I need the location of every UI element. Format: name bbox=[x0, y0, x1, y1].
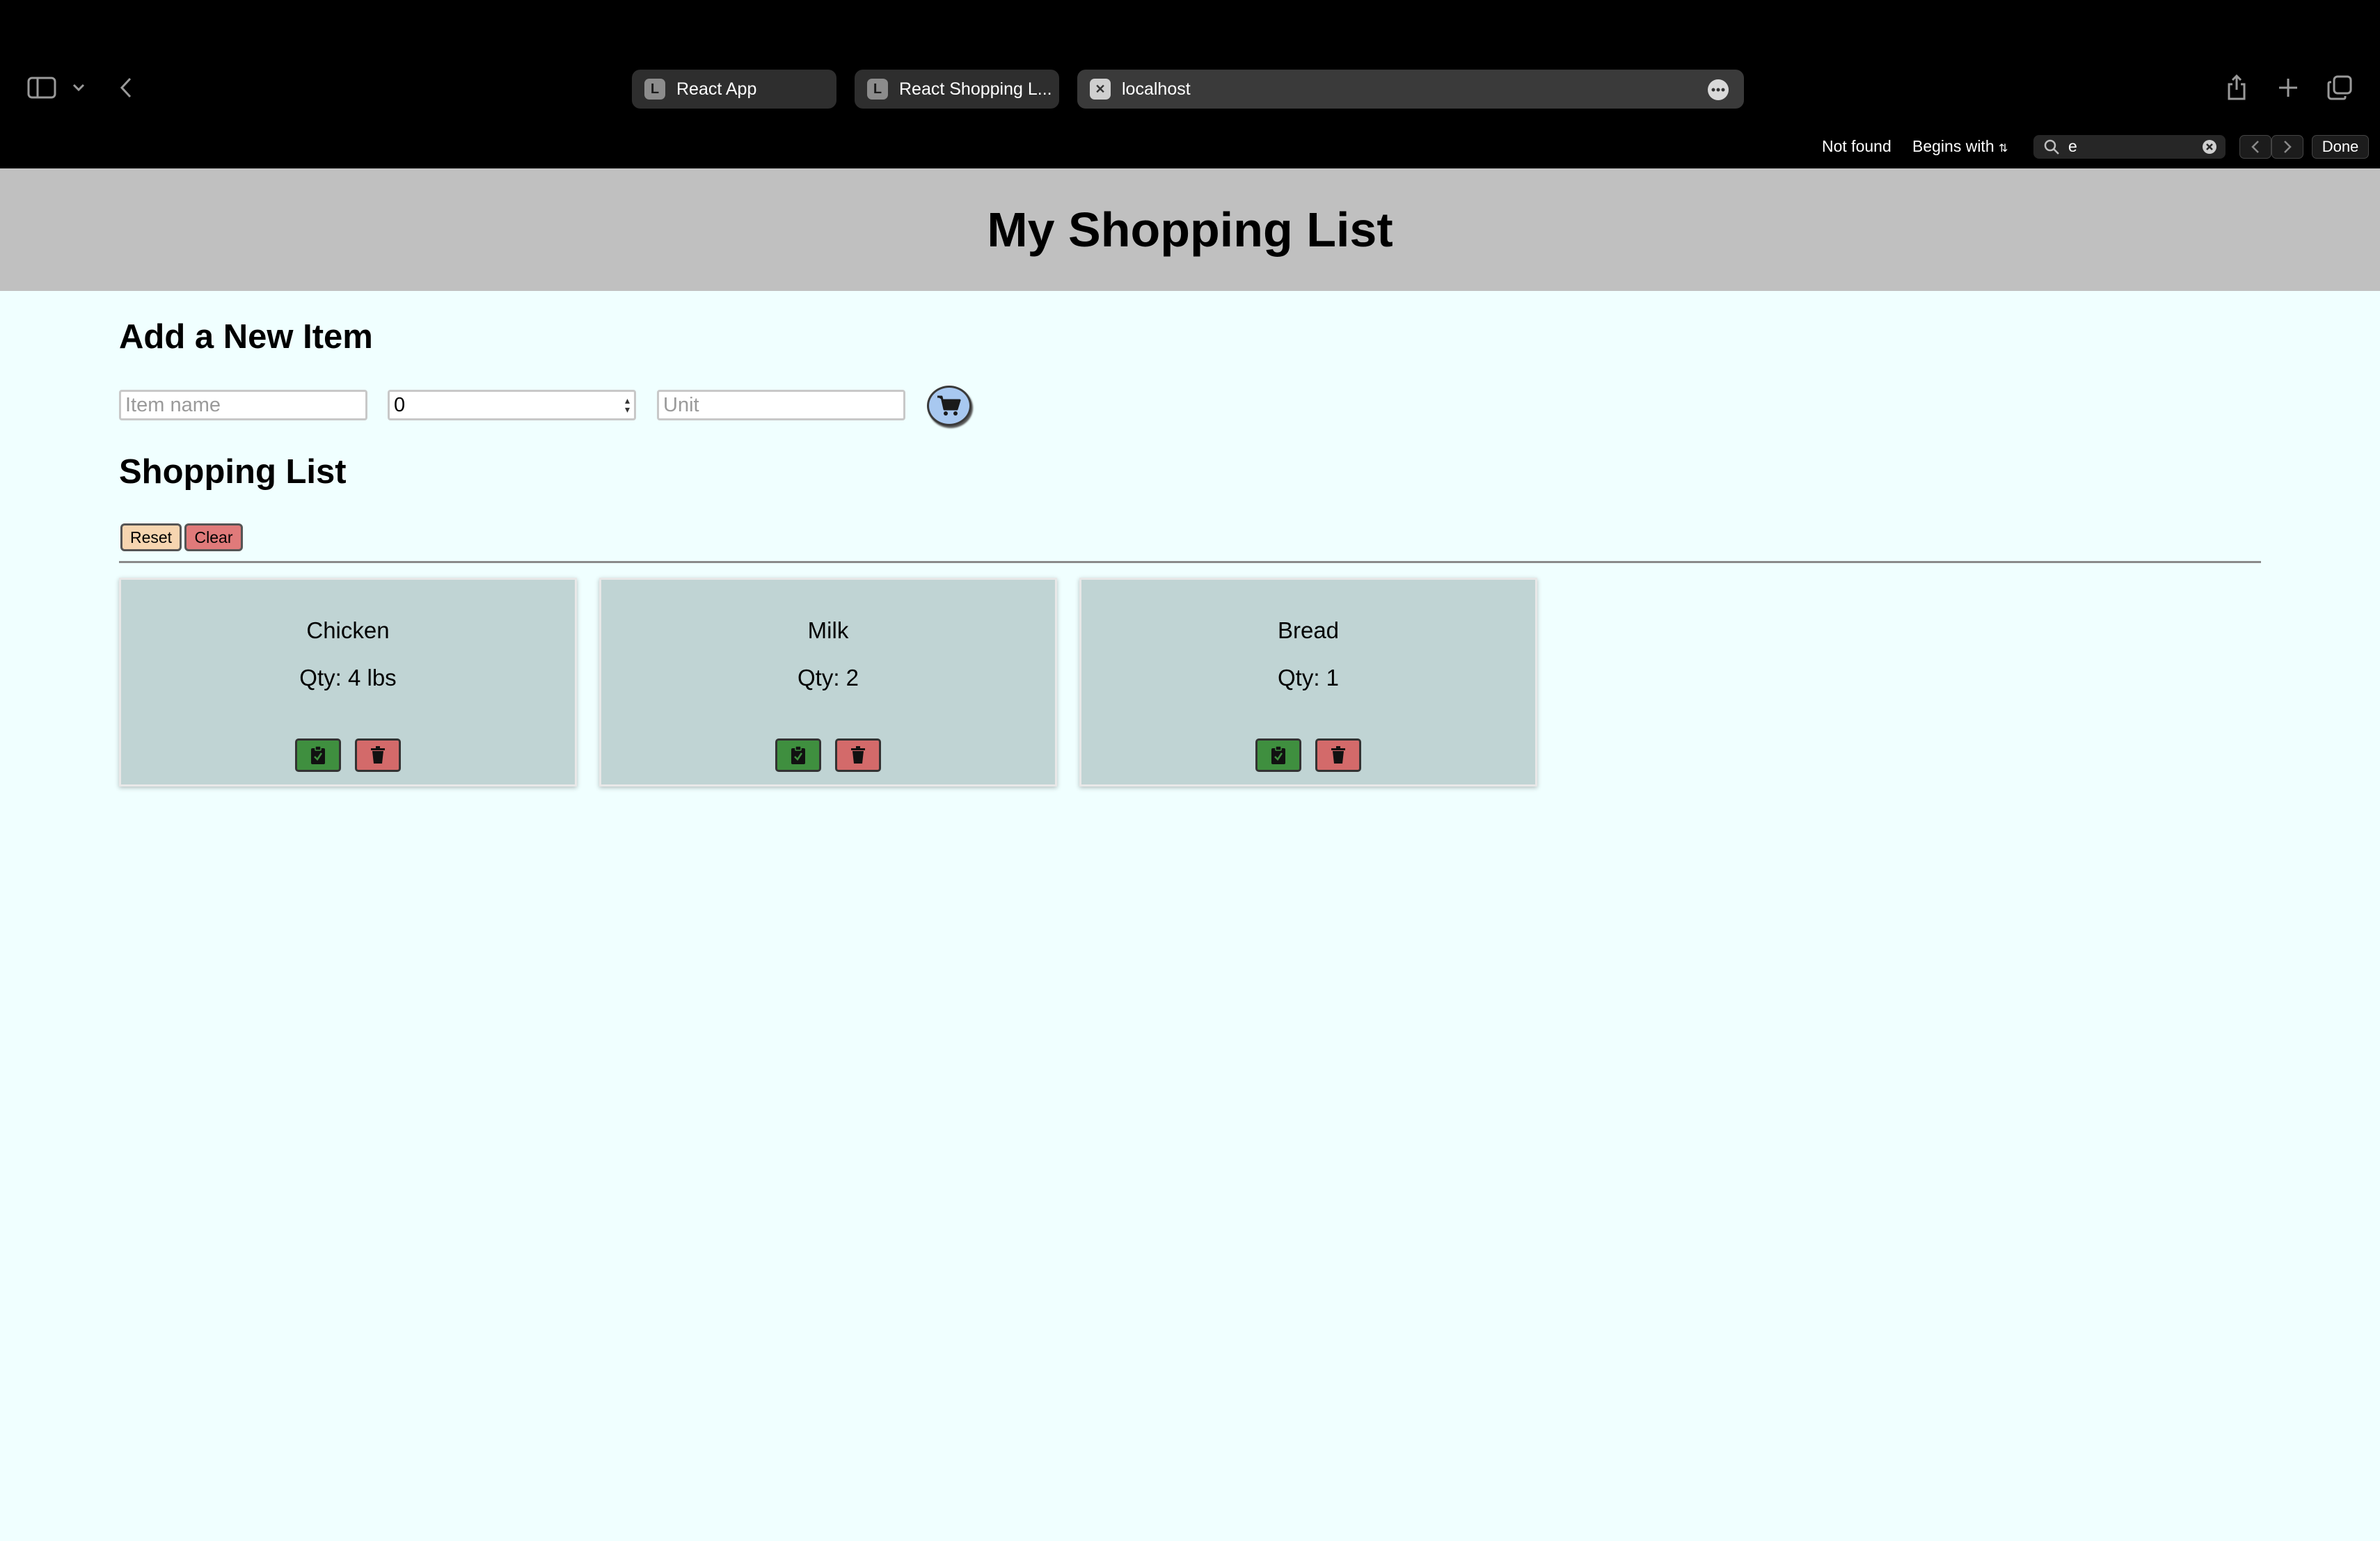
find-query: e bbox=[2068, 137, 2077, 155]
add-item-heading: Add a New Item bbox=[119, 318, 373, 356]
item-card-bread: Bread Qty: 1 bbox=[1079, 578, 1537, 787]
find-mode-label: Begins with bbox=[1912, 137, 1994, 155]
find-status: Not found bbox=[1822, 137, 1891, 155]
search-icon bbox=[2043, 139, 2060, 159]
item-quantity: Qty: 4 lbs bbox=[299, 665, 397, 690]
clipboard-check-icon bbox=[311, 745, 325, 764]
tab-localhost[interactable]: ✕ localhost bbox=[1077, 70, 1744, 109]
tabs-icon[interactable] bbox=[2326, 74, 2354, 102]
delete-button[interactable] bbox=[1315, 738, 1361, 772]
find-done-button[interactable]: Done bbox=[2312, 135, 2369, 159]
mark-done-button[interactable] bbox=[1255, 738, 1301, 772]
tab-title: React App bbox=[676, 79, 757, 99]
clipboard-check-icon bbox=[791, 745, 805, 764]
find-previous-button[interactable] bbox=[2239, 135, 2271, 159]
browser-chrome: L React App L React Shopping L... ✕ loca… bbox=[0, 0, 2380, 168]
clipboard-check-icon bbox=[1271, 745, 1285, 764]
tab-title: React Shopping L... bbox=[899, 79, 1052, 99]
page-header: My Shopping List bbox=[0, 168, 2380, 291]
reset-button[interactable]: Reset bbox=[120, 523, 182, 551]
chevron-left-icon[interactable] bbox=[117, 75, 135, 100]
list-divider bbox=[119, 561, 2261, 563]
chevron-down-icon[interactable] bbox=[70, 81, 88, 95]
page-title: My Shopping List bbox=[987, 203, 1393, 257]
item-name: Milk bbox=[807, 617, 849, 643]
share-icon[interactable] bbox=[2224, 71, 2249, 103]
find-input[interactable]: e bbox=[2033, 135, 2226, 159]
add-to-cart-button[interactable] bbox=[927, 386, 971, 426]
find-next-button[interactable] bbox=[2271, 135, 2303, 159]
quantity-value: 0 bbox=[394, 394, 406, 416]
updown-icon: ⇅ bbox=[1999, 143, 2008, 155]
delete-button[interactable] bbox=[835, 738, 881, 772]
clear-button[interactable]: Clear bbox=[184, 523, 243, 551]
trash-icon bbox=[1331, 746, 1345, 764]
tab-react-shopping-list[interactable]: L React Shopping L... bbox=[855, 70, 1059, 109]
plus-icon[interactable] bbox=[2276, 75, 2301, 100]
favicon-icon: L bbox=[644, 79, 665, 100]
mark-done-button[interactable] bbox=[775, 738, 821, 772]
item-card-milk: Milk Qty: 2 bbox=[599, 578, 1057, 787]
more-options-icon[interactable] bbox=[1708, 79, 1729, 100]
cart-icon bbox=[937, 395, 961, 416]
item-name: Bread bbox=[1277, 617, 1340, 643]
sidebar-icon[interactable] bbox=[26, 75, 57, 100]
item-quantity: Qty: 2 bbox=[797, 665, 859, 690]
chevron-left-icon bbox=[2251, 141, 2259, 153]
chevron-right-icon bbox=[2284, 141, 2292, 153]
quantity-stepper[interactable]: ▴ ▾ bbox=[625, 395, 630, 414]
favicon-icon: L bbox=[867, 79, 888, 100]
trash-icon bbox=[851, 746, 865, 764]
item-name-input[interactable] bbox=[119, 390, 367, 420]
find-mode-select[interactable]: Begins with ⇅ bbox=[1912, 137, 2008, 156]
mark-done-button[interactable] bbox=[295, 738, 341, 772]
close-tab-icon[interactable]: ✕ bbox=[1090, 79, 1111, 100]
item-card-chicken: Chicken Qty: 4 lbs bbox=[119, 578, 577, 787]
clear-search-icon[interactable] bbox=[2202, 139, 2217, 158]
tab-react-app[interactable]: L React App bbox=[632, 70, 836, 109]
item-name: Chicken bbox=[306, 617, 390, 643]
delete-button[interactable] bbox=[355, 738, 401, 772]
trash-icon bbox=[371, 746, 385, 764]
shopping-list-heading: Shopping List bbox=[119, 453, 347, 491]
unit-input[interactable] bbox=[657, 390, 905, 420]
quantity-input[interactable]: 0 ▴ ▾ bbox=[388, 390, 636, 420]
tab-title: localhost bbox=[1122, 79, 1191, 99]
item-quantity: Qty: 1 bbox=[1277, 665, 1340, 690]
